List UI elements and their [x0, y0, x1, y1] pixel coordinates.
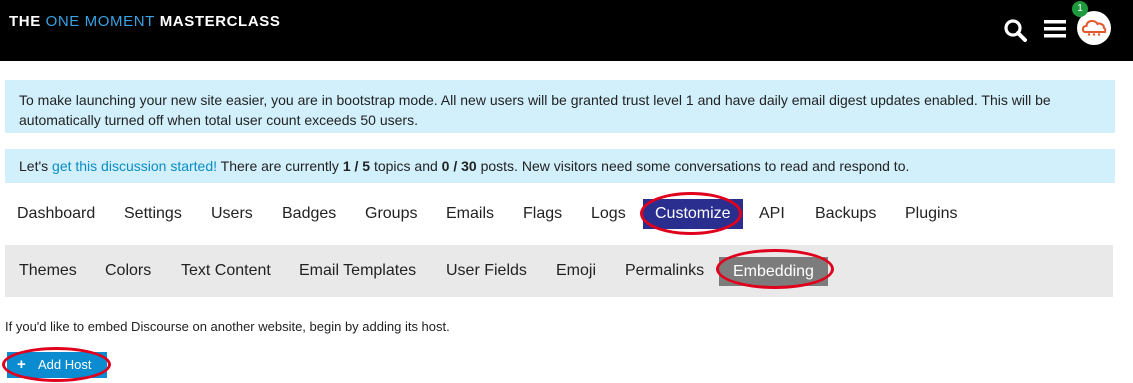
- discussion-suffix: posts. New visitors need some conversati…: [476, 158, 910, 174]
- subtab-colors[interactable]: Colors: [91, 255, 165, 287]
- discussion-mid1: There are currently: [217, 158, 343, 174]
- discussion-notice: Let's get this discussion started! There…: [5, 149, 1115, 183]
- subtab-embedding[interactable]: Embedding: [719, 257, 828, 286]
- search-icon[interactable]: [1003, 18, 1027, 42]
- subtab-email-templates[interactable]: Email Templates: [285, 255, 430, 287]
- subtab-text-content[interactable]: Text Content: [167, 255, 285, 287]
- site-logo[interactable]: THE ONE MOMENT MASTERCLASS: [9, 13, 280, 30]
- tab-settings[interactable]: Settings: [112, 196, 194, 232]
- tab-users[interactable]: Users: [199, 196, 265, 232]
- hamburger-menu-icon[interactable]: [1044, 18, 1066, 40]
- logo-accent: ONE MOMENT: [45, 13, 155, 30]
- tab-badges[interactable]: Badges: [270, 196, 348, 232]
- subtab-user-fields[interactable]: User Fields: [432, 255, 541, 287]
- start-discussion-link[interactable]: get this discussion started!: [52, 158, 217, 174]
- site-header: THE ONE MOMENT MASTERCLASS 1: [0, 0, 1133, 61]
- logo-part2: MASTERCLASS: [154, 13, 281, 30]
- logo-part1: THE: [9, 13, 46, 30]
- embedding-description: If you'd like to embed Discourse on anot…: [5, 319, 450, 334]
- discussion-prefix: Let's: [19, 158, 53, 174]
- subtab-permalinks[interactable]: Permalinks: [611, 255, 718, 287]
- tab-flags[interactable]: Flags: [511, 196, 574, 232]
- tab-customize[interactable]: Customize: [643, 199, 743, 229]
- discussion-mid2: topics and: [370, 158, 442, 174]
- tab-backups[interactable]: Backups: [803, 196, 888, 232]
- subtab-emoji[interactable]: Emoji: [542, 255, 610, 287]
- tab-logs[interactable]: Logs: [579, 196, 638, 232]
- tab-groups[interactable]: Groups: [353, 196, 429, 232]
- subtab-themes[interactable]: Themes: [5, 255, 91, 287]
- add-host-button[interactable]: + Add Host: [7, 352, 107, 378]
- topics-count: 1 / 5: [342, 158, 371, 174]
- bootstrap-mode-notice: To make launching your new site easier, …: [5, 80, 1115, 133]
- tab-emails[interactable]: Emails: [434, 196, 506, 232]
- tab-dashboard[interactable]: Dashboard: [5, 196, 107, 232]
- tab-plugins[interactable]: Plugins: [893, 196, 969, 232]
- add-host-label: Add Host: [38, 357, 92, 372]
- posts-count: 0 / 30: [441, 158, 477, 174]
- plus-icon: +: [17, 356, 26, 373]
- customize-sub-nav: Themes Colors Text Content Email Templat…: [5, 245, 1113, 297]
- tab-api[interactable]: API: [747, 196, 797, 232]
- notification-badge[interactable]: 1: [1072, 1, 1088, 17]
